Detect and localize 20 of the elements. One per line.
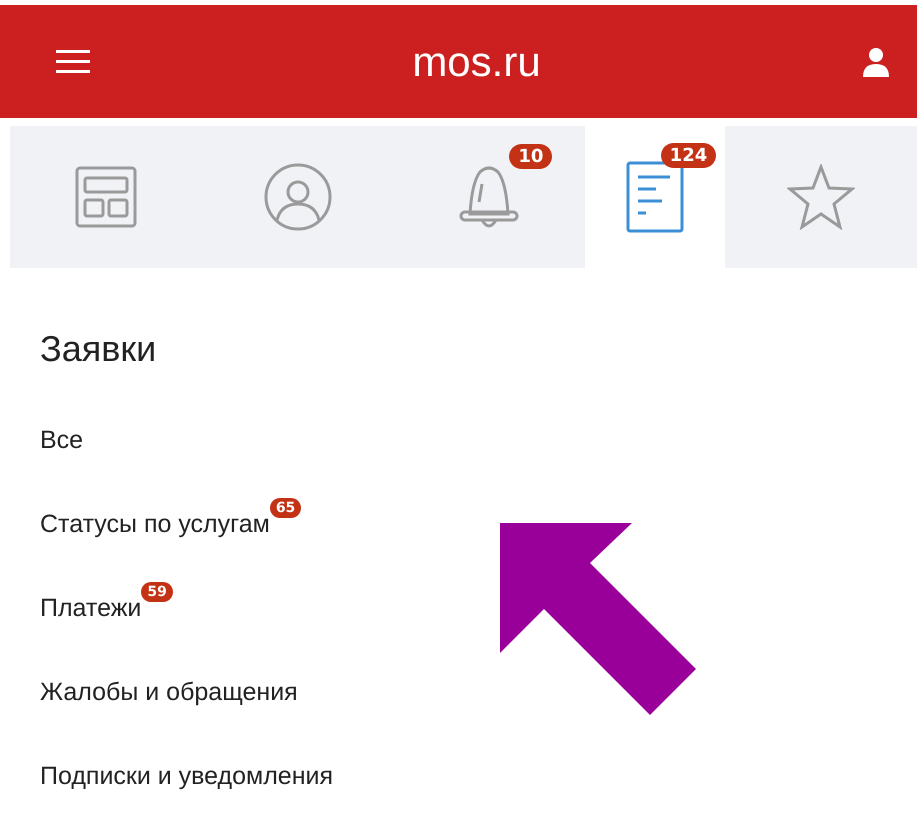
site-title: mos.ru — [412, 38, 541, 86]
count-badge: 65 — [270, 498, 302, 518]
count-badge: 10 — [509, 144, 552, 169]
tab[interactable]: 10 — [394, 126, 586, 268]
dashboard-icon — [74, 166, 137, 228]
section-heading: Заявки — [40, 328, 158, 370]
menu-link[interactable]: Жалобы и обращения — [40, 674, 298, 707]
menu-link[interactable]: Все — [40, 422, 84, 455]
count-badge: 124 — [660, 143, 716, 168]
arrow-icon — [500, 523, 696, 715]
menu-link[interactable]: Подписки и уведомления — [40, 758, 334, 791]
menu-link[interactable]: Статусы по услугам — [40, 506, 270, 539]
user-icon[interactable] — [862, 46, 889, 76]
star-icon — [787, 164, 856, 230]
menu-icon[interactable] — [56, 48, 90, 74]
menu-link[interactable]: Платежи — [40, 590, 142, 623]
count-badge: 59 — [141, 582, 173, 602]
document-icon — [626, 161, 684, 233]
tab[interactable]: 124 — [585, 126, 726, 268]
profile-icon — [262, 162, 333, 232]
